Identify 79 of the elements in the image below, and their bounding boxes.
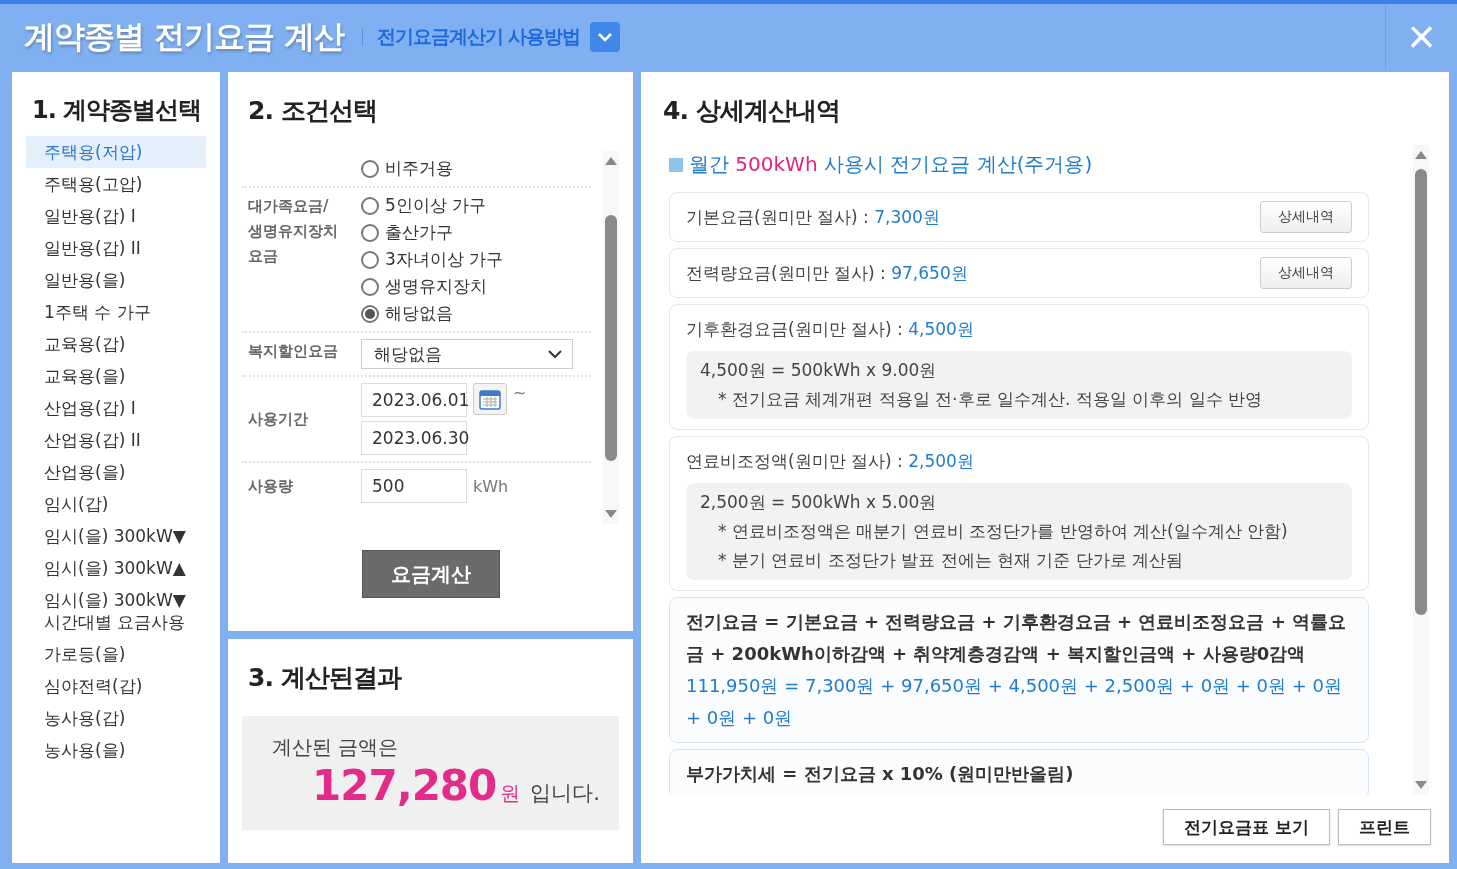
contract-type-item[interactable]: 1주택 수 가구 [26, 296, 206, 328]
range-separator: ~ [513, 383, 527, 402]
contract-type-item[interactable]: 임시(을) 300kW▼ 시간대별 요금사용 [26, 584, 206, 638]
expand-button[interactable] [590, 22, 621, 52]
panel-heading: 4. 상세계산내역 [663, 95, 841, 127]
charge-line: 기본요금(원미만 절사) : 7,300원 [686, 205, 940, 229]
contract-type-item[interactable]: 산업용(을) [26, 456, 206, 488]
contract-type-item[interactable]: 심야전력(갑) [26, 670, 206, 702]
field-label: 복지할인요금 [248, 342, 338, 360]
chevron-down-icon [548, 349, 562, 359]
scroll-down-icon[interactable] [1415, 781, 1427, 789]
radio-label: 비주거용 [385, 157, 453, 180]
square-bullet-icon [669, 157, 683, 172]
formula-text: 2,500원 = 500kWh x 5.00원 [700, 491, 938, 514]
detail-button[interactable]: 상세내역 [1260, 201, 1352, 233]
radio-label: 3자녀이상 가구 [385, 248, 504, 271]
charge-line: 기후환경요금(원미만 절사) : 4,500원 [686, 317, 974, 341]
note-text: * 전기요금 체계개편 적용일 전·후로 일수계산. 적용일 이후의 일수 반영 [717, 388, 1263, 411]
contract-type-item[interactable]: 산업용(갑) I [26, 392, 206, 424]
radio-label: 해당없음 [385, 302, 453, 325]
contract-type-item[interactable]: 임시(갑) [26, 488, 206, 520]
charge-line: 연료비조정액(원미만 절사) : 2,500원 [686, 449, 974, 473]
contract-type-item[interactable]: 교육용(을) [26, 360, 206, 392]
result-prefix: 계산된 금액은 [272, 734, 400, 761]
contract-type-item[interactable]: 일반용(갑) II [26, 232, 206, 264]
scrollbar[interactable] [1413, 145, 1429, 795]
usage-field[interactable]: 500 [361, 469, 467, 503]
discount-select[interactable]: 해당없음 [361, 339, 573, 369]
scroll-up-icon[interactable] [1415, 151, 1427, 159]
unit-label: kWh [473, 476, 509, 496]
contract-type-item[interactable]: 농사용(을) [26, 734, 206, 766]
contract-type-item[interactable]: 가로등(을) [26, 638, 206, 670]
contract-type-item[interactable]: 산업용(갑) II [26, 424, 206, 456]
chevron-down-icon [597, 32, 614, 42]
result-amount: 127,280 [312, 761, 497, 810]
contract-type-item[interactable]: 일반용(을) [26, 264, 206, 296]
radio-button[interactable] [361, 223, 379, 242]
radio-label: 생명유지장치 [385, 275, 487, 298]
detail-button[interactable]: 상세내역 [1260, 257, 1352, 289]
contract-type-item[interactable]: 교육용(갑) [26, 328, 206, 360]
field-label: 대가족요금/ 생명유지장치 요금 [248, 197, 338, 265]
formula-text: 4,500원 = 500kWh x 9.00원 [700, 359, 938, 382]
contract-type-item[interactable]: 주택용(고압) [26, 168, 206, 200]
radio-label: 출산가구 [385, 221, 453, 244]
scrollbar[interactable] [603, 151, 619, 524]
scroll-up-icon[interactable] [605, 157, 617, 165]
result-suffix: 입니다. [530, 780, 600, 807]
window-title: 계약종별 전기요금 계산 [24, 17, 344, 56]
contract-type-item[interactable]: 임시(을) 300kW▲ [26, 552, 206, 584]
radio-button[interactable] [361, 304, 379, 323]
formula-values: 111,950원 = 7,300원 + 97,650원 + 4,500원 + 2,500원 + 0원 + 0원 + 0원 + 0원 + 0원 [686, 674, 1344, 730]
currency-unit: 원 [500, 780, 521, 807]
radio-label: 5인이상 가구 [385, 194, 487, 217]
formula-text: 부가가치세 = 전기요금 x 10% (원미만반올림) [686, 762, 1075, 786]
radio-button[interactable] [361, 277, 379, 296]
formula-text: 전기요금 = 기본요금 + 전력량요금 + 기후환경요금 + 연료비조정요금 + 역률요금 + 200kWh이하감액 + 취약계층경감액 + 복지할인금액 + 사용량0감액 [686, 610, 1348, 666]
panel-heading: 1. 계약종별선택 [32, 95, 203, 126]
calculate-button[interactable]: 요금계산 [361, 550, 500, 598]
radio-button[interactable] [361, 196, 379, 215]
footer-button[interactable]: 프린트 [1338, 809, 1431, 845]
contract-type-item[interactable]: 농사용(갑) [26, 702, 206, 734]
note-text: * 연료비조정액은 매분기 연료비 조정단가를 반영하여 계산(일수계산 안함) [717, 520, 1289, 543]
contract-type-item[interactable]: 임시(을) 300kW▼ [26, 520, 206, 552]
panel-heading: 2. 조건선택 [248, 95, 378, 127]
contract-type-item[interactable]: 주택용(저압) [26, 136, 206, 168]
scroll-down-icon[interactable] [605, 510, 617, 518]
calendar-icon[interactable] [473, 383, 507, 415]
footer-button[interactable]: 전기요금표 보기 [1163, 809, 1330, 845]
radio-button[interactable] [361, 159, 379, 178]
charge-line: 전력량요금(원미만 절사) : 97,650원 [686, 261, 968, 285]
radio-button[interactable] [361, 250, 379, 269]
summary-title: 월간 500kWh 사용시 전기요금 계산(주거용) [689, 151, 1093, 178]
start-date-field[interactable]: 2023.06.01 [361, 383, 467, 417]
field-label: 사용기간 [248, 409, 308, 428]
contract-type-item[interactable]: 일반용(갑) I [26, 200, 206, 232]
end-date-field[interactable]: 2023.06.30 [361, 421, 467, 455]
note-text: * 분기 연료비 조정단가 발표 전에는 현재 기준 단가로 계산됨 [717, 549, 1185, 572]
panel-heading: 3. 계산된결과 [248, 662, 403, 694]
field-label: 사용량 [248, 476, 293, 495]
